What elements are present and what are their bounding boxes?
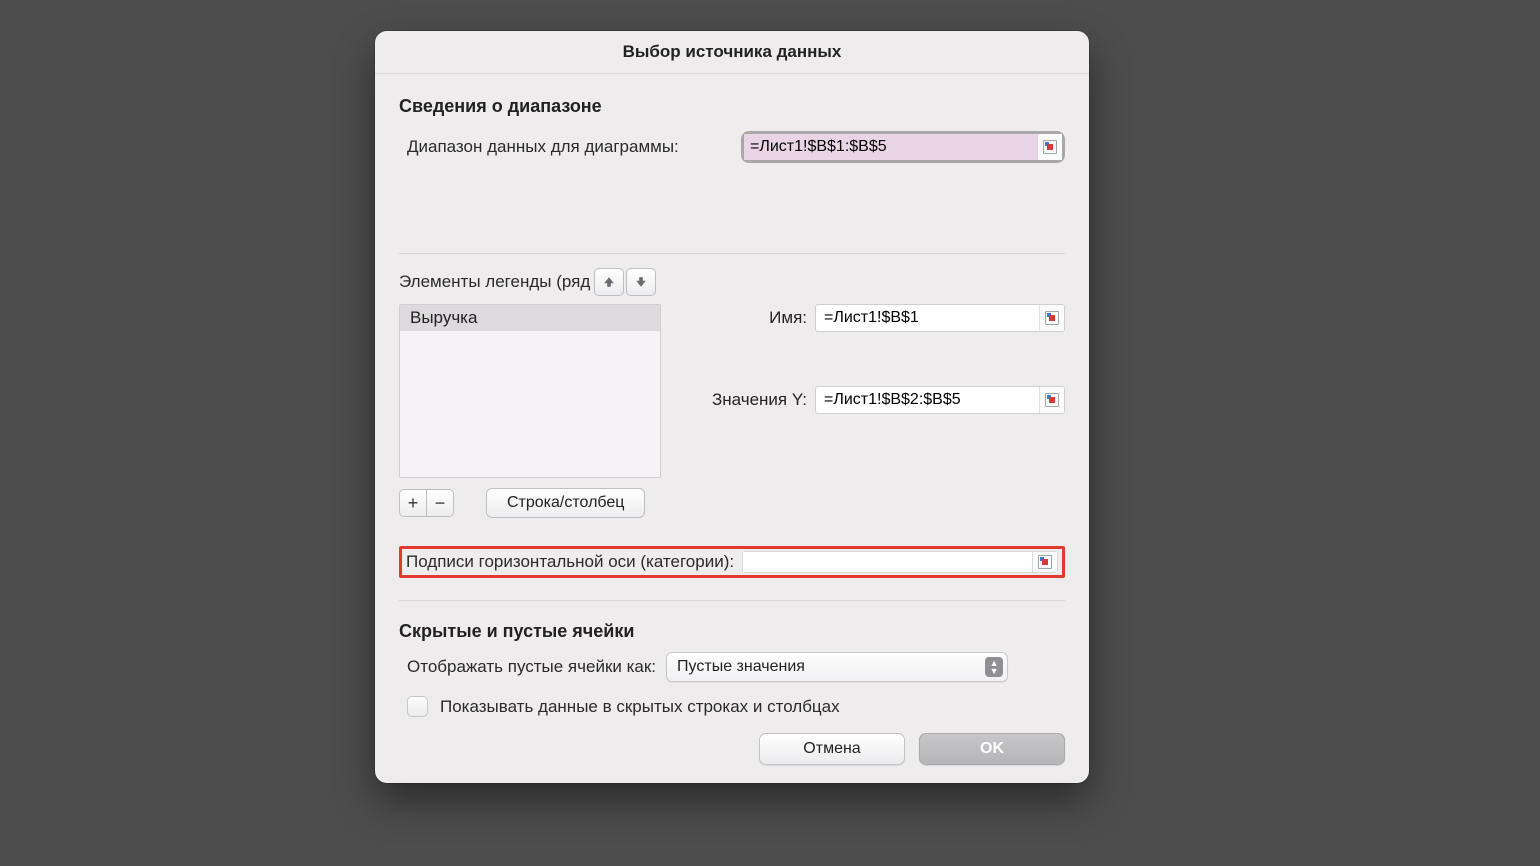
series-name-label: Имя: — [689, 308, 815, 328]
dialog-title: Выбор источника данных — [375, 31, 1089, 74]
series-list[interactable]: Выручка — [399, 304, 661, 478]
show-empty-as-value: Пустые значения — [677, 658, 805, 676]
series-item[interactable]: Выручка — [400, 305, 660, 331]
series-name-input[interactable] — [816, 305, 1039, 331]
chart-data-range-label: Диапазон данных для диаграммы: — [407, 137, 679, 157]
horizontal-axis-labels-row: Подписи горизонтальной оси (категории): — [399, 546, 1065, 578]
range-section-header: Сведения о диапазоне — [399, 96, 1065, 117]
ok-button[interactable]: OK — [919, 733, 1065, 765]
chart-data-range-picker-button[interactable] — [1037, 134, 1062, 160]
chart-data-range-input[interactable] — [744, 134, 1037, 160]
range-picker-icon — [1045, 311, 1059, 325]
range-picker-icon — [1045, 393, 1059, 407]
show-hidden-data-label: Показывать данные в скрытых строках и ст… — [440, 697, 840, 717]
horizontal-axis-labels-label: Подписи горизонтальной оси (категории): — [406, 552, 734, 572]
switch-row-column-button[interactable]: Строка/столбец — [486, 488, 645, 518]
range-picker-icon — [1043, 140, 1057, 154]
series-y-values-picker-button[interactable] — [1039, 387, 1064, 413]
cancel-button-label: Отмена — [803, 740, 860, 758]
select-stepper-icon: ▲▼ — [985, 657, 1003, 677]
select-data-source-dialog: Выбор источника данных Сведения о диапаз… — [375, 31, 1089, 783]
legend-entries-label: Элементы легенды (ряд — [399, 272, 590, 292]
switch-row-column-label: Строка/столбец — [507, 494, 624, 512]
series-move-up-button[interactable] — [594, 268, 624, 296]
horizontal-axis-labels-picker-button[interactable] — [1032, 551, 1058, 573]
ok-button-label: OK — [980, 740, 1004, 758]
arrow-down-icon — [635, 276, 647, 288]
series-move-down-button[interactable] — [626, 268, 656, 296]
show-empty-as-select[interactable]: Пустые значения ▲▼ — [666, 652, 1008, 682]
horizontal-axis-labels-input[interactable] — [742, 551, 1032, 573]
cancel-button[interactable]: Отмена — [759, 733, 905, 765]
series-y-values-input[interactable] — [816, 387, 1039, 413]
show-hidden-data-checkbox[interactable] — [407, 696, 428, 717]
add-series-button[interactable]: + — [399, 489, 427, 517]
show-empty-as-label: Отображать пустые ячейки как: — [407, 657, 656, 677]
hidden-empty-section-header: Скрытые и пустые ячейки — [399, 621, 1065, 642]
series-y-values-label: Значения Y: — [689, 390, 815, 410]
range-picker-icon — [1038, 555, 1052, 569]
chart-data-range-group — [741, 131, 1065, 163]
arrow-up-icon — [603, 276, 615, 288]
series-name-picker-button[interactable] — [1039, 305, 1064, 331]
remove-series-button[interactable]: − — [426, 489, 454, 517]
